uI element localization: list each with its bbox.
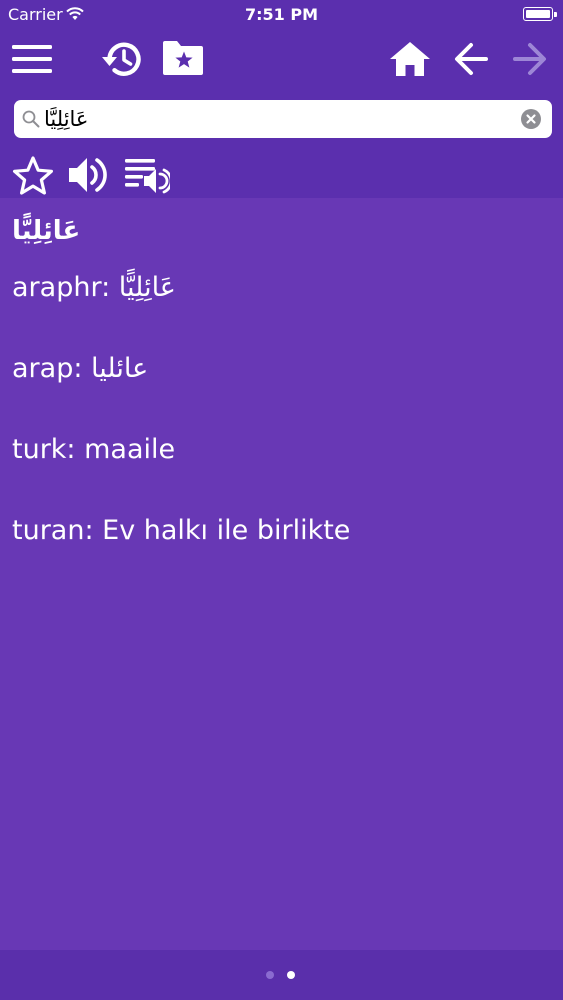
page-indicator (0, 950, 563, 1000)
battery-icon (523, 7, 553, 21)
star-icon[interactable] (12, 155, 54, 199)
search-bar (14, 100, 552, 138)
entry-line-araphr: araphr: عَائِلِيًّا (12, 272, 176, 303)
home-icon[interactable] (389, 40, 431, 82)
menu-icon[interactable] (12, 44, 52, 78)
entry-content: عَائِلِيًّا araphr: عَائِلِيًّا arap: عا… (0, 198, 563, 950)
search-icon (22, 110, 40, 132)
status-bar: Carrier 7:51 PM (0, 0, 563, 30)
speaker-icon[interactable] (67, 154, 111, 200)
back-arrow-icon[interactable] (454, 42, 488, 80)
entry-line-turan: turan: Ev halkı ile birlikte (12, 515, 351, 546)
history-icon[interactable] (99, 38, 145, 84)
status-time: 7:51 PM (244, 5, 318, 24)
battery-tip (554, 12, 557, 17)
entry-line-turk: turk: maaile (12, 434, 176, 465)
playlist-speaker-icon[interactable] (124, 157, 173, 199)
clear-search-icon[interactable] (521, 109, 541, 129)
entry-line-arap: arap: عائليا (12, 353, 149, 384)
page-dot-1[interactable] (266, 971, 274, 979)
page-dot-2-active[interactable] (287, 971, 295, 979)
search-input[interactable] (44, 102, 514, 136)
forward-arrow-icon[interactable] (513, 42, 547, 80)
favorites-folder-icon[interactable] (161, 39, 205, 81)
headword: عَائِلِيًّا (12, 216, 81, 246)
